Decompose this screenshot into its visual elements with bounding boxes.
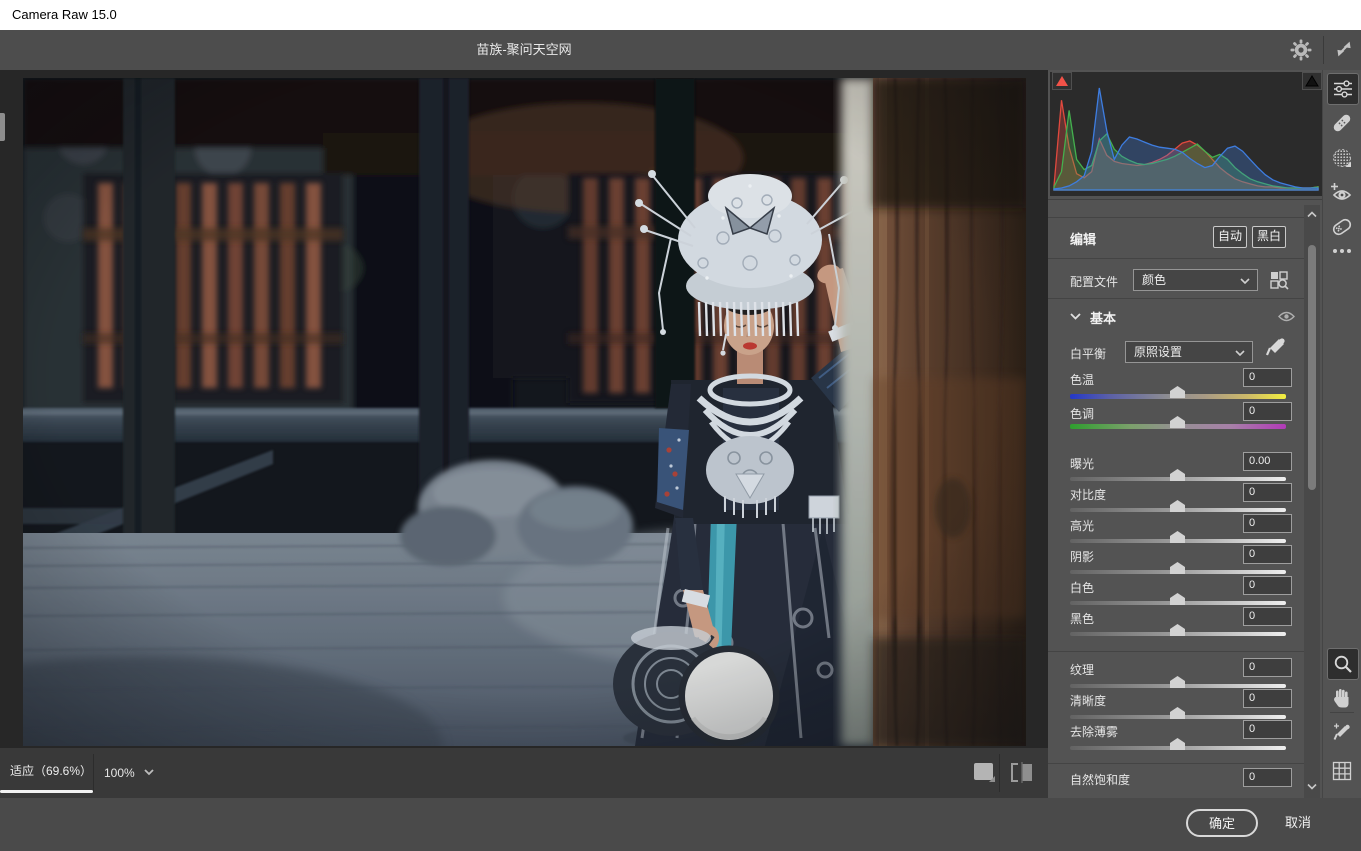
settings-gear-icon[interactable] [1290, 39, 1312, 61]
preview-mode-icon[interactable] [973, 762, 996, 783]
slider-label-blacks: 黑色 [1070, 610, 1094, 627]
edit-tool-icon[interactable] [1327, 73, 1359, 105]
dialog-footer: 确定 取消 [0, 798, 1361, 851]
slider-label-highlights: 高光 [1070, 517, 1094, 534]
histogram[interactable] [1050, 72, 1322, 196]
slider-value-blacks[interactable]: 0 [1243, 607, 1292, 626]
profile-label: 配置文件 [1070, 273, 1118, 290]
slider-label-exposure: 曝光 [1070, 455, 1094, 472]
right-panel: 编辑 自动 黑白 配置文件 颜色 [1048, 70, 1361, 798]
slider-thumb-dehaze[interactable] [1170, 738, 1185, 750]
presets-tool-icon[interactable] [1327, 212, 1357, 242]
slider-value-exposure[interactable]: 0.00 [1243, 452, 1292, 471]
masking-tool-icon[interactable] [1327, 143, 1357, 173]
color-sampler-tool-icon[interactable] [1327, 717, 1357, 747]
slider-label-tint: 色调 [1070, 405, 1094, 422]
slider-thumb-highlights[interactable] [1170, 531, 1185, 543]
slider-label-clarity: 清晰度 [1070, 692, 1106, 709]
white-balance-dropdown[interactable]: 原照设置 [1125, 341, 1253, 363]
slider-value-texture[interactable]: 0 [1243, 658, 1292, 677]
zoom-level-value[interactable]: 100% [104, 748, 135, 798]
cancel-button[interactable]: 取消 [1285, 809, 1311, 837]
slider-value-shadows[interactable]: 0 [1243, 545, 1292, 564]
highlight-clipping-indicator[interactable] [1302, 72, 1322, 90]
slider-label-whites: 白色 [1070, 579, 1094, 596]
auto-button[interactable]: 自动 [1213, 226, 1247, 248]
zoom-tool-icon[interactable] [1327, 648, 1359, 680]
panel-scrollbar[interactable] [1304, 205, 1320, 798]
red-eye-tool-icon[interactable] [1327, 178, 1357, 208]
before-after-view-icon[interactable] [1009, 762, 1035, 783]
hand-tool-icon[interactable] [1327, 683, 1357, 713]
basic-section-title[interactable]: 基本 [1090, 308, 1116, 327]
left-edge-handle[interactable] [0, 113, 5, 141]
scroll-down-icon [1307, 783, 1317, 790]
zoom-level-chevron-icon[interactable] [143, 768, 155, 776]
slider-label-texture: 纹理 [1070, 661, 1094, 678]
healing-brush-icon[interactable] [1327, 108, 1357, 138]
slider-label-temp: 色温 [1070, 371, 1094, 388]
edit-title: 编辑 [1070, 229, 1096, 248]
slider-value-whites[interactable]: 0 [1243, 576, 1292, 595]
header-divider [1323, 36, 1324, 64]
slider-value-dehaze[interactable]: 0 [1243, 720, 1292, 739]
shadow-clipping-indicator[interactable] [1052, 72, 1072, 90]
slider-label-dehaze: 去除薄雾 [1070, 723, 1118, 740]
window-title: Camera Raw 15.0 [12, 0, 117, 30]
camera-raw-dialog: Camera Raw 15.0 苗族-聚问天空网 [0, 0, 1361, 851]
header-bar: 苗族-聚问天空网 [0, 30, 1361, 70]
basic-section-chevron-icon[interactable] [1070, 313, 1081, 320]
slider-thumb-tint[interactable] [1170, 416, 1185, 428]
slider-value-vibrance[interactable]: 0 [1243, 768, 1292, 787]
slider-thumb-blacks[interactable] [1170, 624, 1185, 636]
grid-overlay-icon[interactable] [1327, 756, 1357, 786]
black-white-button[interactable]: 黑白 [1252, 226, 1286, 248]
profile-dropdown[interactable]: 颜色 [1133, 269, 1258, 291]
basic-visibility-eye-icon[interactable] [1278, 311, 1295, 322]
scroll-up-icon [1307, 211, 1317, 218]
window-titlebar: Camera Raw 15.0 [0, 0, 1361, 30]
browse-profiles-icon[interactable] [1270, 271, 1289, 290]
slider-thumb-whites[interactable] [1170, 593, 1185, 605]
slider-thumb-shadows[interactable] [1170, 562, 1185, 574]
white-balance-label: 白平衡 [1070, 345, 1106, 362]
slider-value-tint[interactable]: 0 [1243, 402, 1292, 421]
slider-thumb-texture[interactable] [1170, 676, 1185, 688]
slider-value-highlights[interactable]: 0 [1243, 514, 1292, 533]
ok-button[interactable]: 确定 [1186, 809, 1258, 837]
fit-zoom-tab[interactable]: 适应（69.6%） [0, 748, 93, 798]
slider-value-clarity[interactable]: 0 [1243, 689, 1292, 708]
fullscreen-expand-icon[interactable] [1334, 39, 1354, 59]
fit-tab-underline [0, 790, 93, 793]
scrollbar-thumb[interactable] [1308, 245, 1316, 490]
edit-panel: 编辑 自动 黑白 配置文件 颜色 [1048, 205, 1304, 798]
photo-preview[interactable] [23, 78, 1026, 746]
slider-thumb-clarity[interactable] [1170, 707, 1185, 719]
slider-label-contrast: 对比度 [1070, 486, 1106, 503]
tool-column [1322, 70, 1361, 798]
slider-label-shadows: 阴影 [1070, 548, 1094, 565]
image-preview-area [0, 70, 1048, 748]
slider-thumb-exposure[interactable] [1170, 469, 1185, 481]
slider-thumb-contrast[interactable] [1170, 500, 1185, 512]
slider-value-temp[interactable]: 0 [1243, 368, 1292, 387]
zoom-bar: 适应（69.6%） 100% [0, 748, 1048, 798]
slider-label-vibrance: 自然饱和度 [1070, 771, 1130, 788]
histogram-curve-blue [1054, 88, 1318, 190]
slider-value-contrast[interactable]: 0 [1243, 483, 1292, 502]
more-tools-icon[interactable] [1327, 242, 1357, 260]
white-balance-eyedropper-icon[interactable] [1266, 337, 1286, 357]
slider-thumb-temp[interactable] [1170, 386, 1185, 398]
document-title: 苗族-聚问天空网 [0, 30, 1048, 70]
